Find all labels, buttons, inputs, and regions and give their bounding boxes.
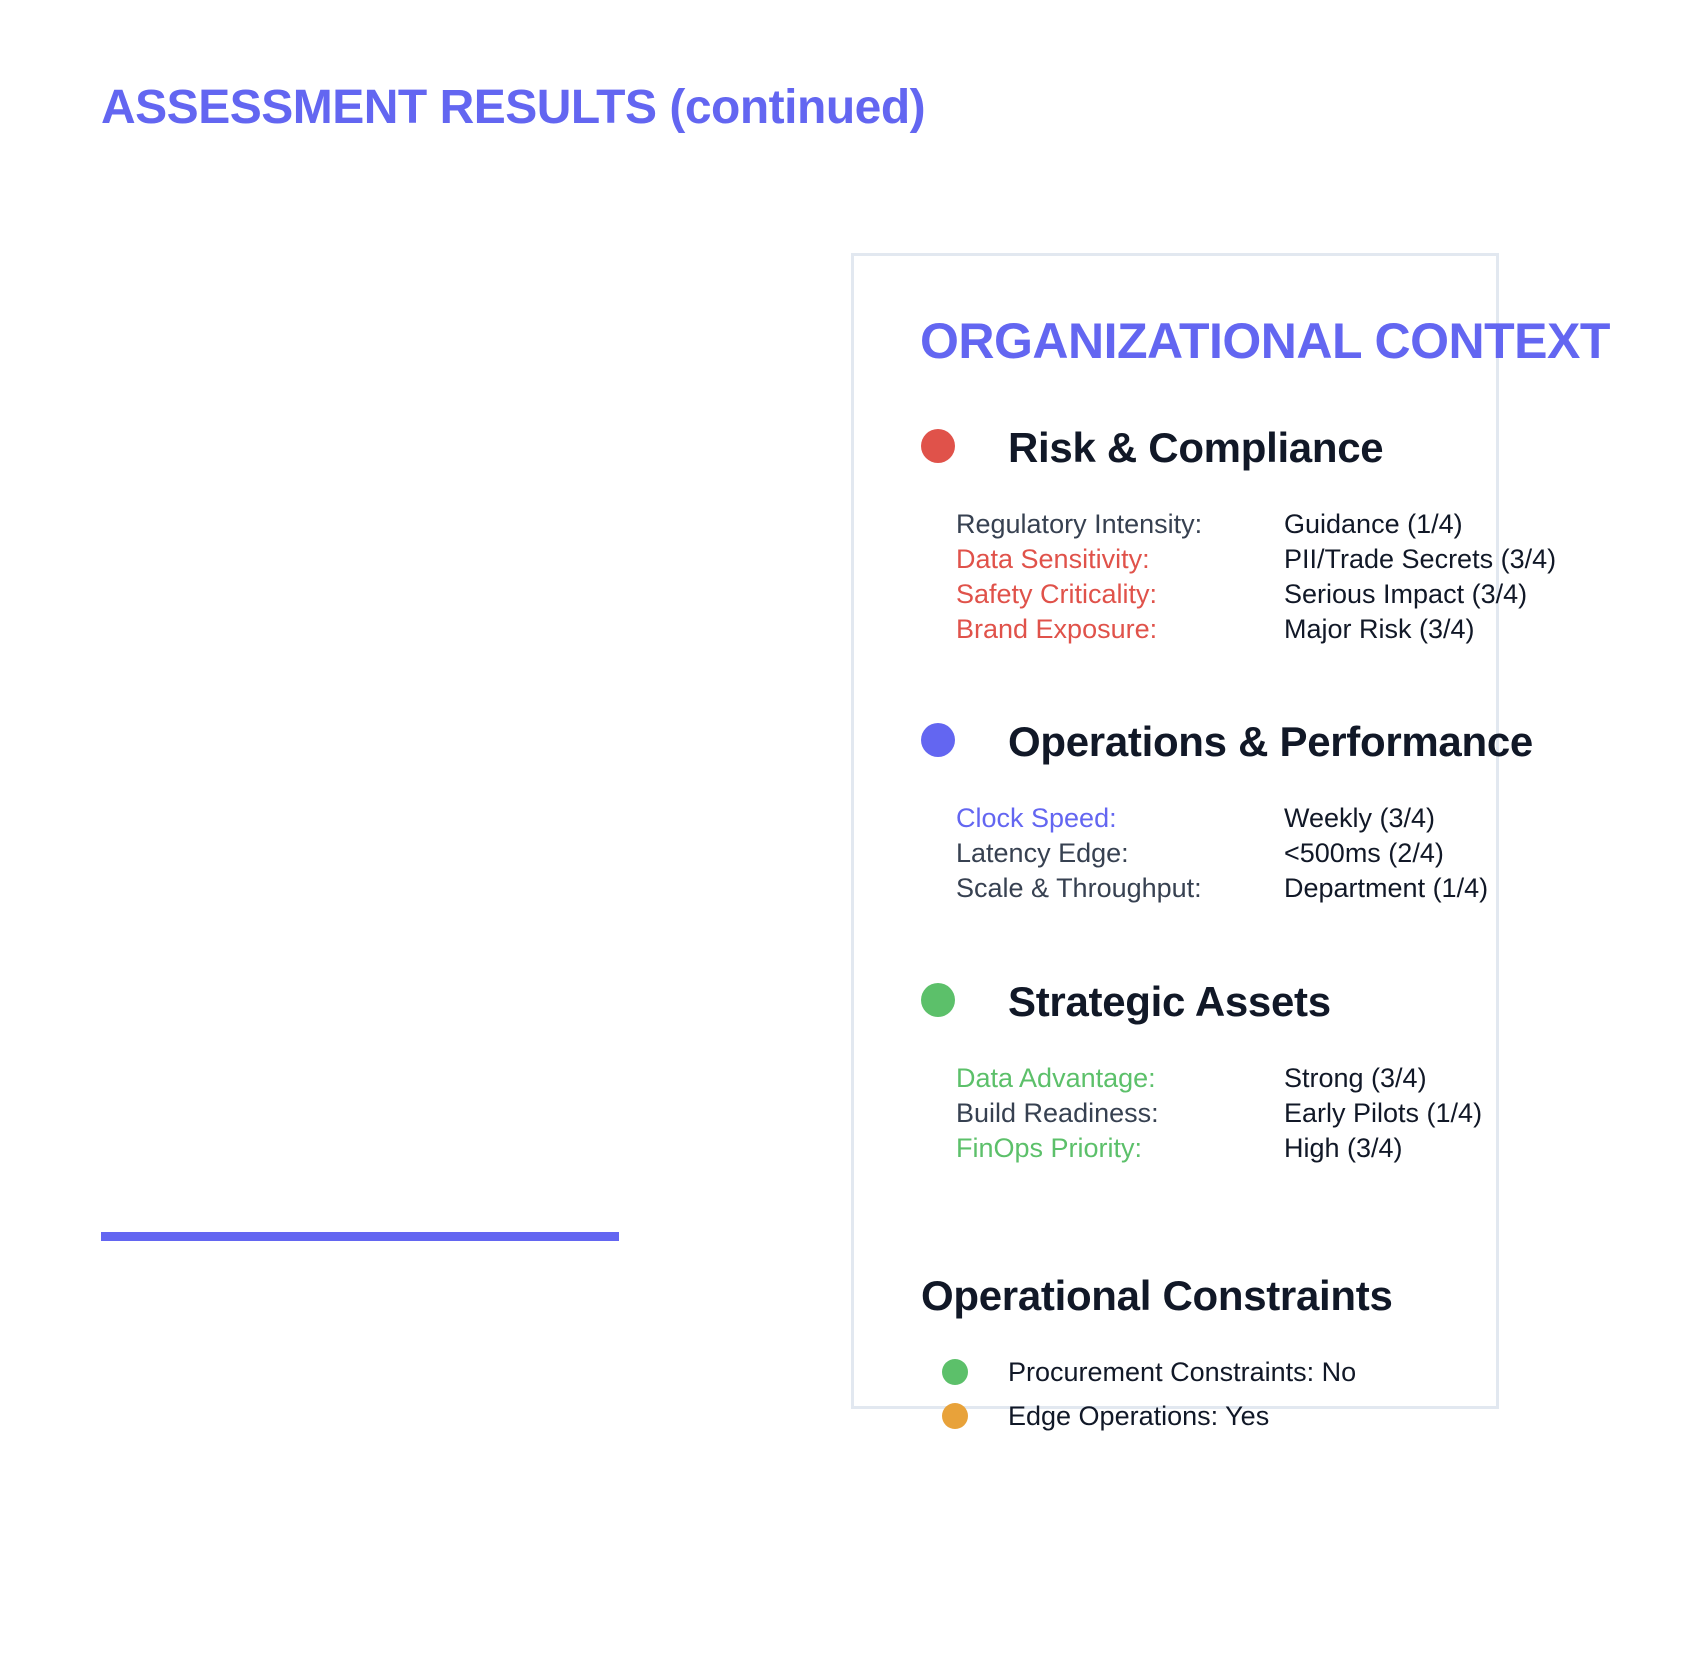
operations-status-dot bbox=[921, 723, 955, 757]
section-heading-risk: Risk & Compliance bbox=[1008, 424, 1384, 471]
row-value-data-advantage: Strong (3/4) bbox=[1284, 1063, 1427, 1093]
row-label-data-advantage: Data Advantage: bbox=[956, 1063, 1156, 1093]
constraint-edge-operations: Edge Operations: Yes bbox=[1008, 1401, 1270, 1431]
risk-status-dot bbox=[921, 429, 955, 463]
row-value-finops-priority: High (3/4) bbox=[1284, 1133, 1403, 1163]
row-value-data-sensitivity: PII/Trade Secrets (3/4) bbox=[1284, 544, 1557, 574]
row-value-regulatory-intensity: Guidance (1/4) bbox=[1284, 509, 1463, 539]
row-label-latency-edge: Latency Edge: bbox=[956, 838, 1129, 868]
row-label-build-readiness: Build Readiness: bbox=[956, 1098, 1159, 1128]
row-value-brand-exposure: Major Risk (3/4) bbox=[1284, 614, 1475, 644]
constraint-ok-dot bbox=[942, 1359, 968, 1385]
row-label-data-sensitivity: Data Sensitivity: bbox=[956, 544, 1150, 574]
row-value-clock-speed: Weekly (3/4) bbox=[1284, 803, 1436, 833]
row-label-clock-speed: Clock Speed: bbox=[956, 803, 1117, 833]
constraints-heading: Operational Constraints bbox=[921, 1272, 1393, 1319]
strategic-status-dot bbox=[921, 983, 955, 1017]
page-title: ASSESSMENT RESULTS (continued) bbox=[101, 81, 926, 134]
row-value-safety-criticality: Serious Impact (3/4) bbox=[1284, 579, 1528, 609]
section-heading-strategic: Strategic Assets bbox=[1008, 978, 1331, 1025]
row-value-latency-edge: <500ms (2/4) bbox=[1284, 838, 1444, 868]
row-label-regulatory-intensity: Regulatory Intensity: bbox=[956, 509, 1203, 539]
accent-divider bbox=[101, 1232, 619, 1241]
constraint-warning-dot bbox=[942, 1403, 968, 1429]
row-label-brand-exposure: Brand Exposure: bbox=[956, 614, 1158, 644]
row-value-scale-throughput: Department (1/4) bbox=[1284, 873, 1489, 903]
context-card-title: ORGANIZATIONAL CONTEXT bbox=[920, 313, 1610, 369]
constraint-procurement: Procurement Constraints: No bbox=[1008, 1357, 1357, 1387]
section-heading-operations: Operations & Performance bbox=[1008, 718, 1533, 765]
row-label-finops-priority: FinOps Priority: bbox=[956, 1133, 1143, 1163]
row-label-scale-throughput: Scale & Throughput: bbox=[956, 873, 1202, 903]
row-value-build-readiness: Early Pilots (1/4) bbox=[1284, 1098, 1483, 1128]
row-label-safety-criticality: Safety Criticality: bbox=[956, 579, 1158, 609]
